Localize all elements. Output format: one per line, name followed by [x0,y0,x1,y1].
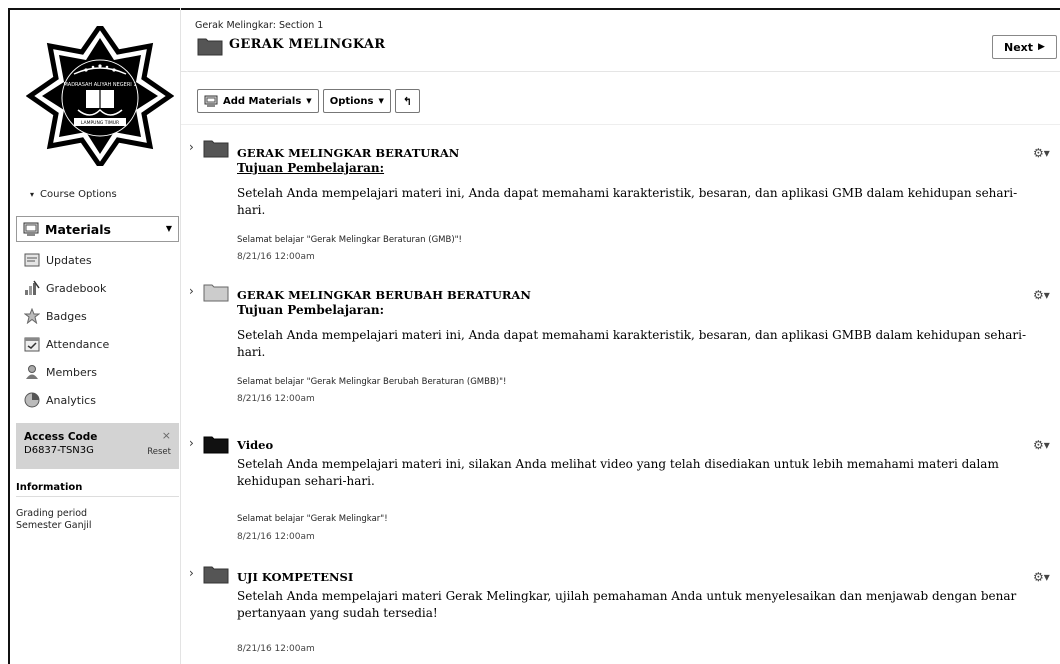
gear-icon[interactable]: ⚙▾ [1033,288,1050,302]
caret-down-icon: ▾ [30,190,35,199]
updates-icon [24,253,40,267]
sidebar-item-badges[interactable]: Badges [16,302,179,330]
access-code-title: Access Code [24,431,98,443]
back-button[interactable]: ↰ [394,89,421,113]
next-button[interactable]: Next ▶ [992,35,1057,59]
sidebar-item-attendance[interactable]: Attendance [16,330,179,358]
reset-access-code-link[interactable]: Reset [147,447,171,457]
logo-text-bottom: LAMPUNG TIMUR [81,120,119,126]
gradebook-icon [25,280,40,295]
sidebar-item-materials[interactable]: Materials ▼ [16,216,179,242]
sidebar-item-updates[interactable]: Updates [16,246,179,274]
members-icon [26,365,38,379]
material-title[interactable]: GERAK MELINGKAR BERUBAH BERATURAN [237,288,531,302]
sidebar-item-gradebook[interactable]: Gradebook [16,274,179,302]
chevron-right-icon[interactable]: › [189,566,194,580]
sidebar-item-analytics[interactable]: Analytics [16,386,179,414]
chevron-right-icon[interactable]: › [189,436,194,450]
sidebar-nav: Updates Gradebook Badges Attendance Memb… [16,246,179,414]
sidebar-item-label: Attendance [46,337,110,351]
course-options-label: Course Options [40,189,117,200]
material-description: Setelah Anda mempelajari materi Gerak Me… [237,589,1017,620]
add-materials-label: Add Materials [223,95,302,107]
logo-text-top: MADRASAH ALIYAH NEGERI 1 [63,82,136,88]
play-right-icon: ▶ [1038,42,1045,52]
divider [16,496,179,497]
chevron-down-icon: ▼ [165,224,172,233]
divider [181,124,1060,125]
material-note: Selamat belajar "Gerak Melingkar Beratur… [237,235,462,245]
folder-icon [203,284,229,302]
sidebar-item-label: Gradebook [46,281,107,295]
material-date: 8/21/16 12:00am [237,532,315,542]
main-content: Gerak Melingkar: Section 1 GERAK MELINGK… [180,8,1060,664]
access-code-panel: Access Code D6837-TSN3G × Reset [16,423,179,469]
material-subtitle: Tujuan Pembelajaran: [237,161,385,175]
analytics-icon [24,392,40,408]
material-title[interactable]: GERAK MELINGKAR BERATURAN [237,146,459,160]
materials-label: Materials [45,221,111,237]
material-description: Setelah Anda mempelajari materi ini, sil… [237,457,999,488]
divider [181,71,1060,72]
material-subtitle: Tujuan Pembelajaran: [237,303,385,317]
gear-icon[interactable]: ⚙▾ [1033,570,1050,584]
information-heading: Information [16,482,83,493]
material-title[interactable]: UJI KOMPETENSI [237,570,353,584]
material-date: 8/21/16 12:00am [237,394,315,404]
material-note: Selamat belajar "Gerak Melingkar"! [237,514,388,524]
chevron-right-icon[interactable]: › [189,140,194,154]
undo-arrow-icon: ↰ [402,94,413,108]
material-description: Setelah Anda mempelajari materi ini, And… [237,328,1027,359]
sidebar-item-members[interactable]: Members [16,358,179,386]
folder-icon [203,566,229,584]
sidebar: MADRASAH ALIYAH NEGERI 1 LAMPUNG TIMUR ▾… [8,8,179,664]
material-note: Selamat belajar "Gerak Melingkar Berubah… [237,377,507,387]
page-title: GERAK MELINGKAR [229,37,386,52]
sidebar-item-label: Members [46,365,97,379]
attendance-icon [24,337,40,352]
material-date: 8/21/16 12:00am [237,252,315,262]
folder-icon [197,38,223,56]
caret-down-icon: ▼ [306,97,312,105]
material-date: 8/21/16 12:00am [237,644,315,654]
options-label: Options [329,95,374,107]
next-label: Next [1004,40,1034,54]
gear-icon[interactable]: ⚙▾ [1033,438,1050,452]
materials-icon [23,222,39,236]
chevron-right-icon[interactable]: › [189,284,194,298]
options-button[interactable]: Options ▼ [322,89,391,113]
close-icon[interactable]: × [162,429,171,442]
toolbar: Add Materials ▼ Options ▼ ↰ [197,89,421,113]
add-materials-button[interactable]: Add Materials ▼ [197,89,319,113]
caret-down-icon: ▼ [378,97,384,105]
grading-period-label: Grading period [16,508,88,519]
add-materials-icon [204,95,218,107]
course-options-toggle[interactable]: ▾ Course Options [30,189,117,200]
sidebar-item-label: Analytics [46,393,96,407]
folder-icon [203,436,229,454]
grading-period-value: Semester Ganjil [16,520,92,531]
sidebar-item-label: Updates [46,253,92,267]
school-logo: MADRASAH ALIYAH NEGERI 1 LAMPUNG TIMUR [26,26,174,166]
breadcrumb[interactable]: Gerak Melingkar: Section 1 [195,20,323,31]
gear-icon[interactable]: ⚙▾ [1033,146,1050,160]
material-title[interactable]: Video [237,438,273,452]
material-description: Setelah Anda mempelajari materi ini, And… [237,186,1018,217]
sidebar-item-label: Badges [46,309,87,323]
badges-icon [24,308,40,324]
folder-icon [203,140,229,158]
